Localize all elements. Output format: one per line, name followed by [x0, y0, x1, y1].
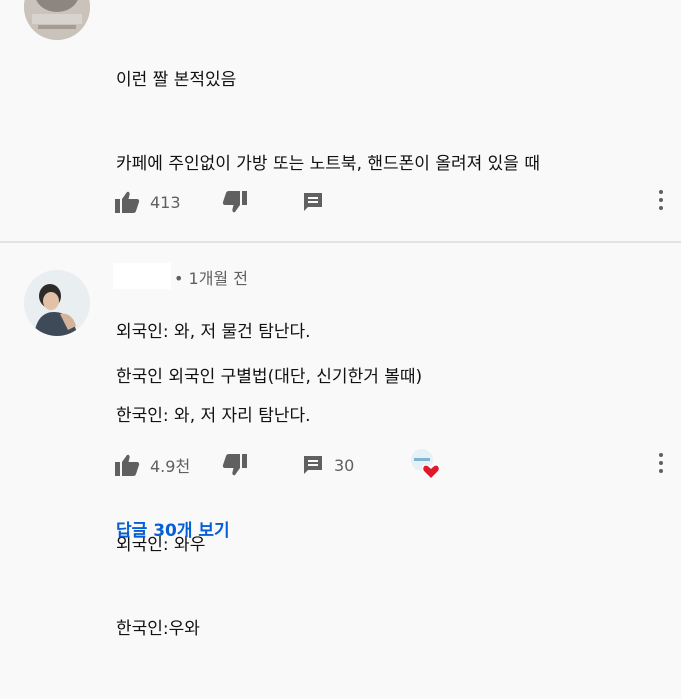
more-options-icon[interactable] [658, 190, 664, 214]
like-button[interactable]: 413 [114, 188, 181, 216]
comment-line: 카페에 주인없이 가방 또는 노트북, 핸드폰이 올려져 있을 때 [116, 154, 540, 174]
like-button[interactable]: 4.9천 [114, 451, 190, 479]
author-name-redacted [113, 263, 171, 289]
view-replies-link[interactable]: 답글 30개 보기 [116, 516, 230, 541]
dislike-icon [222, 191, 247, 213]
avatar[interactable] [24, 0, 90, 40]
comment-text: 한국인 외국인 구별법(대단, 신기한거 볼때) 외국인: 와우 한국인:우와 [116, 307, 422, 699]
reply-icon [304, 193, 322, 211]
comment-2: • 1개월 전 한국인 외국인 구별법(대단, 신기한거 볼때) 외국인: 와우… [0, 243, 681, 639]
comment-actions: 413 [114, 188, 664, 216]
dislike-button[interactable] [222, 188, 248, 216]
more-options-icon[interactable] [658, 453, 664, 477]
reply-count: 30 [334, 455, 355, 475]
comment-line: 이런 짤 본적있음 [116, 70, 237, 90]
comment-actions: 4.9천 30 [114, 449, 664, 481]
reply-button[interactable] [302, 188, 324, 216]
creator-heart-icon[interactable] [409, 447, 443, 481]
like-count: 413 [150, 192, 181, 212]
dislike-icon [222, 454, 247, 476]
like-icon [115, 191, 140, 213]
avatar[interactable] [24, 270, 90, 336]
like-count: 4.9천 [150, 457, 191, 476]
timestamp: • 1개월 전 [174, 269, 248, 288]
comment-1: 이런 짤 본적있음 카페에 주인없이 가방 또는 노트북, 핸드폰이 올려져 있… [0, 0, 681, 426]
like-icon [115, 454, 140, 476]
comment-line: 한국인 외국인 구별법(대단, 신기한거 볼때) [116, 367, 423, 387]
reply-icon [304, 456, 322, 474]
comment-line: 한국인:우와 [116, 619, 200, 639]
dislike-button[interactable] [222, 451, 248, 479]
reply-button[interactable]: 30 [302, 451, 354, 479]
